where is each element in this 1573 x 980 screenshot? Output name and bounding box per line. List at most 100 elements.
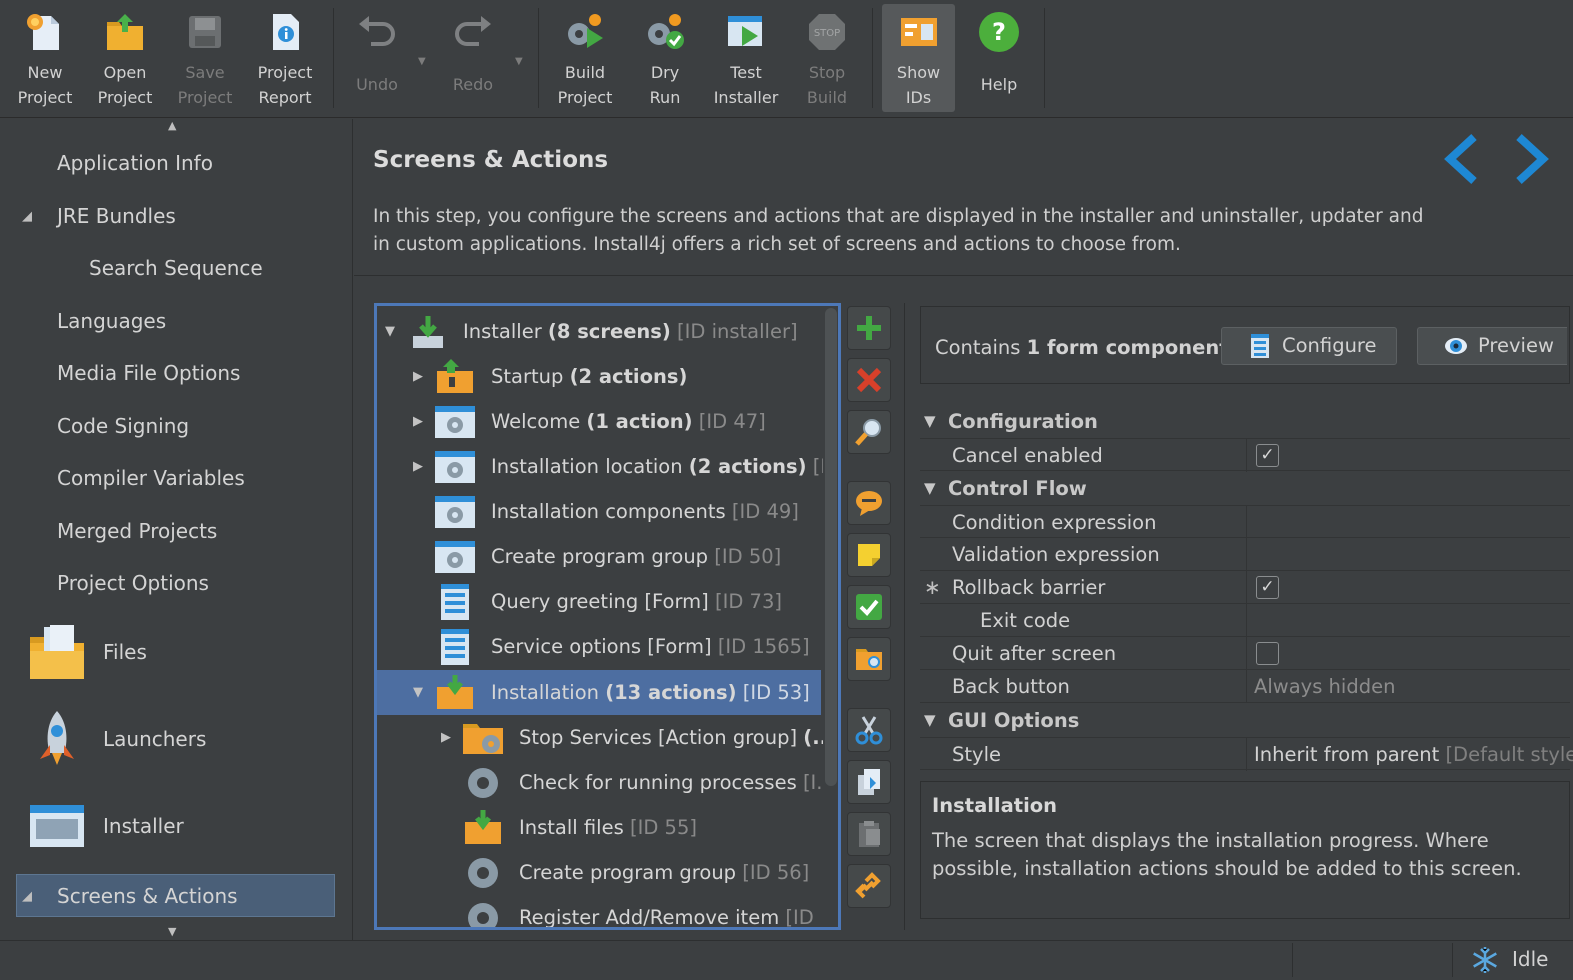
project-report-button[interactable]: Project Report (248, 4, 322, 112)
prop-row-validation-expression[interactable]: Validation expression (920, 538, 1570, 571)
collapsed-triangle-icon[interactable]: ▶ (441, 715, 451, 760)
expand-triangle-icon[interactable]: ▼ (413, 670, 423, 715)
properties-table: ▼ Configuration Cancel enabled ✓ ▼ Control… (920, 405, 1573, 771)
tree-row[interactable]: Create program group [ID 56] (377, 850, 821, 895)
back-button-value[interactable]: Always hidden (1254, 670, 1395, 703)
prop-row-exit-code[interactable]: Exit code (920, 604, 1570, 637)
toolbar-separator (538, 8, 539, 108)
screen-node-icon (435, 406, 475, 438)
redo-dropdown-icon[interactable]: ▼ (515, 56, 523, 67)
quit-after-screen-checkbox[interactable] (1256, 642, 1279, 665)
scroll-down-icon[interactable]: ▼ (168, 925, 176, 938)
open-project-icon (107, 14, 143, 50)
build-project-button[interactable]: Build Project (548, 4, 622, 112)
cut-button[interactable] (847, 708, 891, 752)
stop-build-button[interactable]: STOP Stop Build (790, 4, 864, 112)
cancel-enabled-checkbox[interactable]: ✓ (1256, 444, 1279, 467)
tree-row-label: Installation components [ID 49] (491, 500, 799, 523)
rollback-barrier-checkbox[interactable]: ✓ (1256, 576, 1279, 599)
link-button[interactable] (847, 864, 891, 908)
paste-button[interactable] (847, 812, 891, 856)
sidebar-item-compiler-variables[interactable]: Compiler Variables (57, 466, 245, 490)
copy-button[interactable] (847, 760, 891, 804)
tree-row[interactable]: ▶ Stop Services [Action group] (... (377, 715, 834, 760)
new-project-label: New Project (17, 63, 73, 107)
expand-triangle-icon[interactable]: ▼ (924, 472, 936, 505)
expand-triangle-icon[interactable]: ▼ (385, 309, 395, 354)
tree-row[interactable]: ▶ Installation location (2 actions) [I..… (377, 444, 838, 489)
collapse-triangle-icon[interactable]: ◢ (22, 889, 32, 904)
form-list-icon (1251, 334, 1269, 358)
expand-triangle-icon[interactable]: ▼ (924, 704, 936, 737)
collapsed-triangle-icon[interactable]: ▶ (413, 444, 423, 489)
sidebar-item-languages[interactable]: Languages (57, 309, 166, 333)
open-folder-button[interactable] (847, 637, 891, 681)
show-ids-icon (900, 18, 937, 46)
collapsed-triangle-icon[interactable]: ▶ (413, 399, 423, 444)
add-button[interactable] (847, 306, 891, 350)
help-button[interactable]: ? Help (962, 4, 1036, 112)
tree-row[interactable]: Register Add/Remove item [ID (377, 895, 821, 927)
screens-actions-tree[interactable]: ▼ Installer (8 screens) [ID installer] ▶… (374, 303, 841, 930)
category-control-flow[interactable]: ▼ Control Flow (920, 472, 1570, 505)
cell-divider (1246, 738, 1247, 771)
tree-row[interactable]: Check for running processes [I... (377, 760, 835, 805)
undo-label: Undo (356, 75, 398, 94)
tree-row[interactable]: Install files [ID 55] (377, 805, 821, 850)
category-configuration[interactable]: ▼ Configuration (920, 405, 1570, 438)
sidebar-item-application-info[interactable]: Application Info (57, 151, 213, 175)
style-value[interactable]: Inherit from parent [Default style (1254, 738, 1573, 771)
tree-row[interactable]: ▼ Installer (8 screens) [ID installer] (377, 309, 821, 354)
dry-run-button[interactable]: Dry Run (628, 4, 702, 112)
sidebar-item-jre-bundles[interactable]: JRE Bundles (57, 204, 176, 228)
tree-row[interactable]: ▶ Startup (2 actions) (377, 354, 821, 399)
sidebar-item-project-options[interactable]: Project Options (57, 571, 209, 595)
preview-button[interactable]: Preview (1417, 327, 1567, 365)
search-button[interactable] (847, 410, 891, 454)
tree-row[interactable]: Query greeting [Form] [ID 73] (377, 579, 821, 624)
redo-button[interactable]: Redo (436, 4, 510, 112)
note-button[interactable] (847, 533, 891, 577)
prop-row-back-button[interactable]: Back button Always hidden (920, 670, 1570, 703)
undo-dropdown-icon[interactable]: ▼ (418, 56, 426, 67)
tree-scrollbar[interactable] (823, 306, 838, 927)
sidebar-item-code-signing[interactable]: Code Signing (57, 414, 189, 438)
forward-arrow-icon[interactable] (1509, 131, 1553, 187)
sidebar-item-media-file-options[interactable]: Media File Options (57, 361, 240, 385)
gear-icon (468, 768, 498, 798)
test-installer-button[interactable]: Test Installer (708, 4, 784, 112)
gear-icon (468, 858, 498, 888)
tree-row[interactable]: ▶ Welcome (1 action) [ID 47] (377, 399, 821, 444)
sidebar-item-screens-actions[interactable]: Screens & Actions (57, 884, 238, 908)
gear-icon (468, 903, 498, 927)
tree-row-label: Welcome (1 action) [ID 47] (491, 410, 766, 433)
sidebar-item-merged-projects[interactable]: Merged Projects (57, 519, 217, 543)
sidebar-item-search-sequence[interactable]: Search Sequence (89, 256, 263, 280)
category-gui-options[interactable]: ▼ GUI Options (920, 704, 1570, 737)
help-panel: Installation The screen that displays th… (920, 781, 1570, 919)
sidebar-section-installer[interactable]: Installer (103, 814, 184, 838)
sidebar-section-launchers[interactable]: Launchers (103, 727, 206, 751)
collapsed-triangle-icon[interactable]: ▶ (413, 354, 423, 399)
scroll-up-icon[interactable]: ▲ (168, 119, 176, 132)
collapse-triangle-icon[interactable]: ◢ (22, 209, 32, 224)
tree-row[interactable]: Service options [Form] [ID 1565] (377, 624, 821, 669)
configure-button[interactable]: Configure (1221, 327, 1397, 365)
show-ids-button[interactable]: Show IDs (882, 4, 955, 112)
prop-row-condition-expression[interactable]: Condition expression (920, 505, 1570, 539)
save-project-button[interactable]: Save Project (168, 4, 242, 112)
undo-button[interactable]: Undo (340, 4, 414, 112)
open-project-button[interactable]: Open Project (88, 4, 162, 112)
back-arrow-icon[interactable] (1440, 131, 1484, 187)
new-project-button[interactable]: New Project (8, 4, 82, 112)
sidebar-section-files[interactable]: Files (103, 640, 147, 664)
tree-row-selected[interactable]: ▼ Installation (13 actions) [ID 53] (377, 670, 821, 715)
tree-scrollbar-thumb[interactable] (825, 308, 837, 786)
comment-button[interactable] (847, 481, 891, 525)
prop-row-style[interactable]: Style Inherit from parent [Default style (920, 737, 1573, 771)
check-button[interactable] (847, 585, 891, 629)
expand-triangle-icon[interactable]: ▼ (924, 405, 936, 438)
delete-button[interactable] (847, 358, 891, 402)
tree-row[interactable]: Create program group [ID 50] (377, 534, 821, 579)
tree-row[interactable]: Installation components [ID 49] (377, 489, 821, 534)
